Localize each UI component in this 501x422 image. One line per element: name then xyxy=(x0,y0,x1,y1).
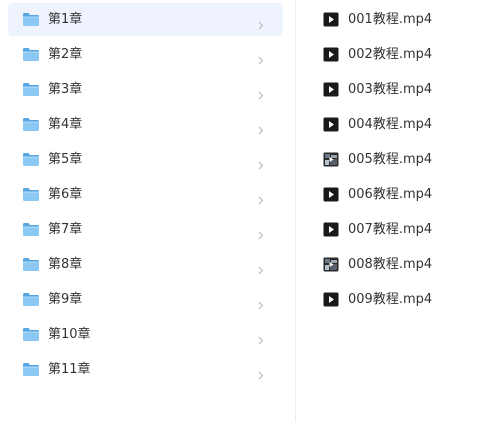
file-label: 003教程.mp4 xyxy=(348,82,433,97)
chevron-right-icon[interactable] xyxy=(258,295,264,310)
folder-icon xyxy=(22,82,40,97)
file-item[interactable]: 005教程.mp4 xyxy=(320,143,490,176)
video-thumbnail-icon xyxy=(323,257,339,272)
folder-label: 第8章 xyxy=(48,257,83,272)
file-item[interactable]: 001教程.mp4 xyxy=(320,3,490,36)
folder-label: 第4章 xyxy=(48,117,83,132)
folder-icon xyxy=(22,152,40,167)
folder-icon xyxy=(22,222,40,237)
folder-pane: 第1章第2章第3章第4章第5章第6章第7章第8章第9章第10章第11章 xyxy=(0,0,295,422)
folder-label: 第10章 xyxy=(48,327,91,342)
folder-icon xyxy=(22,362,40,377)
file-label: 007教程.mp4 xyxy=(348,222,433,237)
video-thumbnail-icon xyxy=(323,152,339,167)
file-label: 001教程.mp4 xyxy=(348,12,433,27)
folder-icon xyxy=(22,327,40,342)
folder-icon xyxy=(22,12,40,27)
folder-icon xyxy=(22,117,40,132)
folder-label: 第2章 xyxy=(48,47,83,62)
chevron-right-icon[interactable] xyxy=(258,155,264,170)
folder-item[interactable]: 第4章 xyxy=(8,108,283,141)
folder-item[interactable]: 第1章 xyxy=(8,3,283,36)
chevron-right-icon[interactable] xyxy=(258,85,264,100)
file-item[interactable]: 006教程.mp4 xyxy=(320,178,490,211)
chevron-right-icon[interactable] xyxy=(258,120,264,135)
folder-label: 第6章 xyxy=(48,187,83,202)
folder-item[interactable]: 第3章 xyxy=(8,73,283,106)
folder-icon xyxy=(22,292,40,307)
folder-label: 第5章 xyxy=(48,152,83,167)
folder-icon xyxy=(22,47,40,62)
chevron-right-icon[interactable] xyxy=(258,330,264,345)
chevron-right-icon[interactable] xyxy=(258,50,264,65)
folder-item[interactable]: 第5章 xyxy=(8,143,283,176)
file-label: 005教程.mp4 xyxy=(348,152,433,167)
file-pane: 001教程.mp4 002教程.mp4 003教程.mp4 004教程.mp4 005教… xyxy=(296,0,501,422)
file-item[interactable]: 002教程.mp4 xyxy=(320,38,490,71)
folder-item[interactable]: 第8章 xyxy=(8,248,283,281)
file-label: 008教程.mp4 xyxy=(348,257,433,272)
video-play-icon xyxy=(323,292,339,307)
video-play-icon xyxy=(323,12,339,27)
file-label: 004教程.mp4 xyxy=(348,117,433,132)
video-play-icon xyxy=(323,47,339,62)
chevron-right-icon[interactable] xyxy=(258,365,264,380)
chevron-right-icon[interactable] xyxy=(258,225,264,240)
file-item[interactable]: 004教程.mp4 xyxy=(320,108,490,141)
video-play-icon xyxy=(323,117,339,132)
folder-item[interactable]: 第2章 xyxy=(8,38,283,71)
folder-item[interactable]: 第10章 xyxy=(8,318,283,351)
folder-item[interactable]: 第6章 xyxy=(8,178,283,211)
folder-item[interactable]: 第9章 xyxy=(8,283,283,316)
folder-label: 第1章 xyxy=(48,12,83,27)
folder-item[interactable]: 第11章 xyxy=(8,353,283,386)
video-play-icon xyxy=(323,187,339,202)
folder-icon xyxy=(22,257,40,272)
folder-label: 第11章 xyxy=(48,362,91,377)
video-play-icon xyxy=(323,82,339,97)
folder-label: 第7章 xyxy=(48,222,83,237)
chevron-right-icon[interactable] xyxy=(258,260,264,275)
video-play-icon xyxy=(323,222,339,237)
folder-item[interactable]: 第7章 xyxy=(8,213,283,246)
folder-icon xyxy=(22,187,40,202)
folder-label: 第3章 xyxy=(48,82,83,97)
file-item[interactable]: 008教程.mp4 xyxy=(320,248,490,281)
file-label: 009教程.mp4 xyxy=(348,292,433,307)
file-item[interactable]: 007教程.mp4 xyxy=(320,213,490,246)
file-label: 002教程.mp4 xyxy=(348,47,433,62)
chevron-right-icon[interactable] xyxy=(258,190,264,205)
chevron-right-icon[interactable] xyxy=(258,15,264,30)
file-item[interactable]: 003教程.mp4 xyxy=(320,73,490,106)
folder-label: 第9章 xyxy=(48,292,83,307)
file-label: 006教程.mp4 xyxy=(348,187,433,202)
file-item[interactable]: 009教程.mp4 xyxy=(320,283,490,316)
